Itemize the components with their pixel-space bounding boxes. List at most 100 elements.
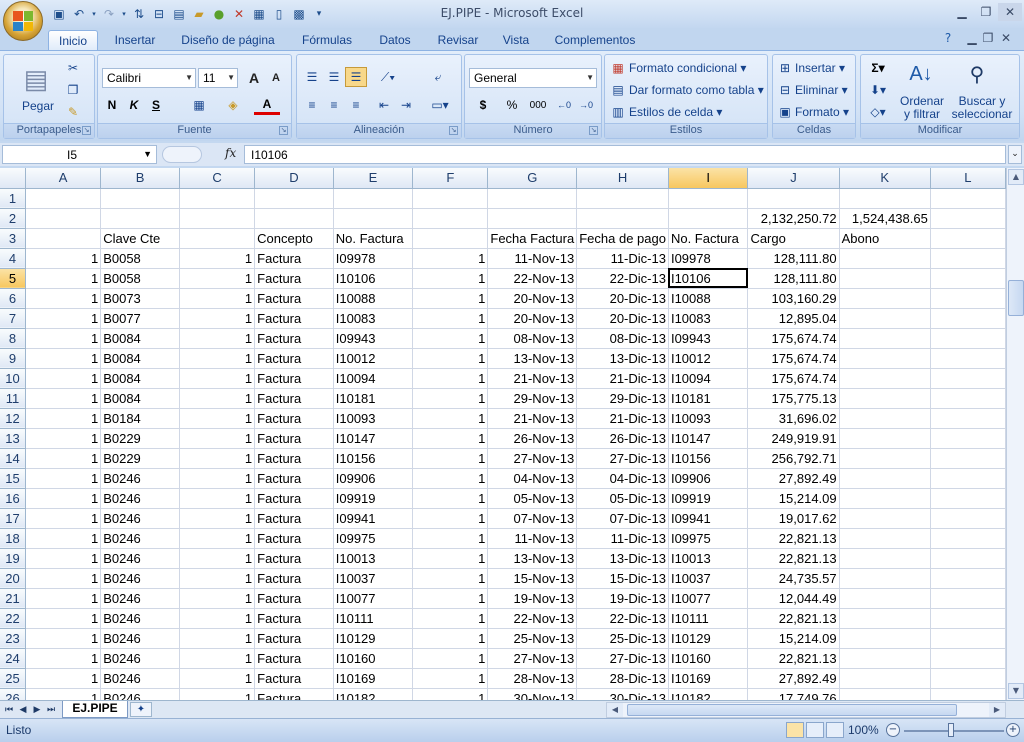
cell-a18[interactable]: 1	[25, 528, 102, 549]
cell-e9[interactable]: I10012	[333, 348, 414, 369]
cell-e17[interactable]: I09941	[333, 508, 414, 529]
cell-l17[interactable]	[930, 508, 1006, 529]
cell-d10[interactable]: Factura	[254, 368, 334, 389]
cell-j2[interactable]: 2,132,250.72	[747, 208, 840, 229]
format-cells-button[interactable]: Formato ▾	[795, 105, 849, 119]
cell-c3[interactable]	[179, 228, 256, 249]
cut-icon[interactable]: ✂	[64, 59, 82, 77]
cell-a16[interactable]: 1	[25, 488, 102, 509]
cell-h18[interactable]: 11-Dic-13	[576, 528, 669, 549]
cell-l16[interactable]	[930, 488, 1006, 509]
cell-c4[interactable]: 1	[179, 248, 256, 269]
cell-k8[interactable]	[839, 328, 931, 349]
cell-c23[interactable]: 1	[179, 628, 256, 649]
row-header[interactable]: 26	[0, 688, 26, 700]
cell-b24[interactable]: B0246	[100, 648, 180, 669]
cell-e6[interactable]: I10088	[333, 288, 414, 309]
autosum-button[interactable]: Σ ▾	[865, 59, 891, 77]
currency-button[interactable]: $	[469, 95, 497, 115]
row-header[interactable]: 5	[0, 268, 26, 289]
cell-a24[interactable]: 1	[25, 648, 102, 669]
cell-g7[interactable]: 20-Nov-13	[487, 308, 578, 329]
cell-c18[interactable]: 1	[179, 528, 256, 549]
office-button[interactable]	[3, 1, 43, 41]
cell-d8[interactable]: Factura	[254, 328, 334, 349]
cell-c14[interactable]: 1	[179, 448, 256, 469]
cell-j25[interactable]: 27,892.49	[747, 668, 840, 689]
cell-a20[interactable]: 1	[25, 568, 102, 589]
cell-b3[interactable]: Clave Cte	[100, 228, 180, 249]
cell-k17[interactable]	[839, 508, 931, 529]
cell-e12[interactable]: I10093	[333, 408, 414, 429]
cell-k3[interactable]: Abono	[839, 228, 931, 249]
dialog-launcher-icon[interactable]: ↘	[449, 126, 458, 135]
fill-color-icon[interactable]: ◈	[220, 95, 246, 115]
cell-i11[interactable]: I10181	[668, 388, 749, 409]
zoom-slider[interactable]	[904, 730, 1004, 732]
cell-c7[interactable]: 1	[179, 308, 256, 329]
cell-h22[interactable]: 22-Dic-13	[576, 608, 669, 629]
column-header-k[interactable]: K	[839, 168, 931, 189]
cell-g25[interactable]: 28-Nov-13	[487, 668, 578, 689]
cell-i7[interactable]: I10083	[668, 308, 749, 329]
cell-c16[interactable]: 1	[179, 488, 256, 509]
next-sheet-icon[interactable]: ▶	[30, 703, 44, 717]
cell-j21[interactable]: 12,044.49	[747, 588, 840, 609]
cell-f25[interactable]: 1	[412, 668, 489, 689]
cell-j20[interactable]: 24,735.57	[747, 568, 840, 589]
cell-g19[interactable]: 13-Nov-13	[487, 548, 578, 569]
cell-f14[interactable]: 1	[412, 448, 489, 469]
cell-g1[interactable]	[487, 188, 578, 209]
cell-f23[interactable]: 1	[412, 628, 489, 649]
cell-k4[interactable]	[839, 248, 931, 269]
cell-e22[interactable]: I10111	[333, 608, 414, 629]
cell-e26[interactable]: I10182	[333, 688, 414, 700]
cell-i22[interactable]: I10111	[668, 608, 749, 629]
cell-d23[interactable]: Factura	[254, 628, 334, 649]
workbook-close-icon[interactable]: ✕	[994, 29, 1018, 47]
page-break-view-icon[interactable]	[826, 722, 844, 738]
cell-k12[interactable]	[839, 408, 931, 429]
cell-g20[interactable]: 15-Nov-13	[487, 568, 578, 589]
cell-l12[interactable]	[930, 408, 1006, 429]
cell-l19[interactable]	[930, 548, 1006, 569]
row-header[interactable]: 20	[0, 568, 26, 589]
column-header-d[interactable]: D	[254, 168, 334, 189]
conditional-format-button[interactable]: Formato condicional ▾	[629, 61, 746, 75]
cell-f16[interactable]: 1	[412, 488, 489, 509]
cell-l2[interactable]	[930, 208, 1006, 229]
font-name-box[interactable]: Calibri ▼	[102, 68, 196, 88]
cell-j19[interactable]: 22,821.13	[747, 548, 840, 569]
cell-j16[interactable]: 15,214.09	[747, 488, 840, 509]
expand-formula-bar-icon[interactable]: ⌄	[1008, 145, 1022, 164]
cell-a12[interactable]: 1	[25, 408, 102, 429]
sheet-tab-ej-pipe[interactable]: EJ.PIPE	[62, 701, 128, 718]
cell-h3[interactable]: Fecha de pago	[576, 228, 669, 249]
cell-e11[interactable]: I10181	[333, 388, 414, 409]
cell-c12[interactable]: 1	[179, 408, 256, 429]
cell-k20[interactable]	[839, 568, 931, 589]
cell-d4[interactable]: Factura	[254, 248, 334, 269]
cell-f17[interactable]: 1	[412, 508, 489, 529]
cell-g15[interactable]: 04-Nov-13	[487, 468, 578, 489]
cell-i25[interactable]: I10169	[668, 668, 749, 689]
help-icon[interactable]: ?	[936, 29, 960, 47]
cell-g3[interactable]: Fecha Factura	[487, 228, 578, 249]
paste-button[interactable]: Pegar	[22, 99, 54, 113]
cell-l14[interactable]	[930, 448, 1006, 469]
cell-d24[interactable]: Factura	[254, 648, 334, 669]
cell-i19[interactable]: I10013	[668, 548, 749, 569]
cell-k24[interactable]	[839, 648, 931, 669]
cell-c10[interactable]: 1	[179, 368, 256, 389]
cell-d5[interactable]: Factura	[254, 268, 334, 289]
cell-e14[interactable]: I10156	[333, 448, 414, 469]
align-top-icon[interactable]: ☰	[301, 67, 323, 87]
cell-i13[interactable]: I10147	[668, 428, 749, 449]
cell-g11[interactable]: 29-Nov-13	[487, 388, 578, 409]
cell-g12[interactable]: 21-Nov-13	[487, 408, 578, 429]
cell-f21[interactable]: 1	[412, 588, 489, 609]
cell-l4[interactable]	[930, 248, 1006, 269]
column-header-l[interactable]: L	[930, 168, 1006, 189]
cell-d17[interactable]: Factura	[254, 508, 334, 529]
format-as-table-button[interactable]: Dar formato como tabla ▾	[629, 83, 764, 97]
